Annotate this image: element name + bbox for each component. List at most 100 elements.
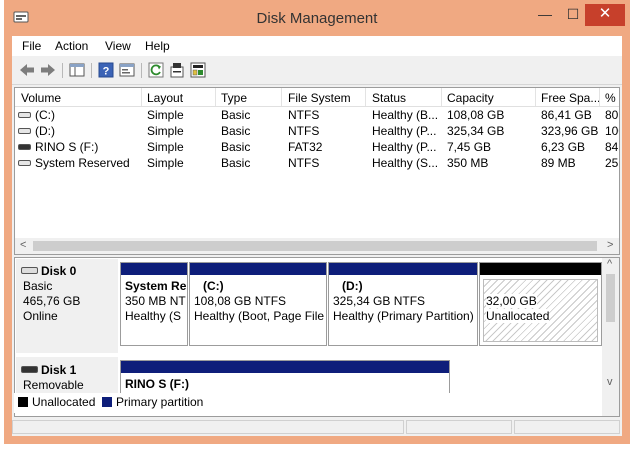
partition-name: System Re: [125, 279, 187, 293]
settings-icon[interactable]: [168, 61, 186, 79]
back-icon[interactable]: [18, 61, 36, 79]
disk-management-window: Disk Management — ☐ ✕ File Action View H…: [4, 0, 630, 444]
column-layout[interactable]: Layout: [147, 91, 213, 105]
scroll-left-icon[interactable]: <: [20, 239, 26, 251]
volume-percent-free: 84: [605, 140, 619, 154]
menu-bar: File Action View Help: [12, 36, 622, 56]
partition-status: Healthy (Boot, Page File: [194, 309, 325, 323]
table-row[interactable]: (C:) Simple Basic NTFS Healthy (B... 108…: [15, 107, 619, 123]
title-bar[interactable]: Disk Management — ☐ ✕: [4, 0, 630, 36]
partition-system-reserved[interactable]: System Re 350 MB NT Healthy (S: [120, 262, 188, 346]
partition-size: 108,08 GB NTFS: [194, 294, 287, 308]
partition-header: [121, 263, 187, 275]
minimize-button[interactable]: —: [532, 4, 558, 26]
removable-volume-icon: [18, 144, 31, 150]
properties-icon[interactable]: [118, 61, 136, 79]
volume-status: Healthy (S...: [372, 156, 439, 170]
volume-status: Healthy (P...: [372, 140, 437, 154]
volume-layout: Simple: [147, 124, 184, 138]
horizontal-scrollbar[interactable]: < >: [15, 238, 619, 254]
partition-size: 350 MB NT: [125, 294, 186, 308]
volume-icon: [18, 128, 31, 134]
volume-file-system: FAT32: [288, 140, 323, 154]
volume-layout: Simple: [147, 108, 184, 122]
toolbar-separator: [91, 63, 92, 78]
close-button[interactable]: ✕: [585, 4, 625, 26]
column-divider[interactable]: [281, 88, 282, 106]
disk-type: Removable: [23, 378, 84, 392]
column-capacity[interactable]: Capacity: [447, 91, 533, 105]
table-row[interactable]: System Reserved Simple Basic NTFS Health…: [15, 155, 619, 171]
status-bar-segment: [406, 420, 512, 434]
column-free-space[interactable]: Free Spa...: [541, 91, 599, 105]
volume-type: Basic: [221, 156, 251, 170]
forward-icon[interactable]: [39, 61, 57, 79]
menu-action[interactable]: Action: [55, 39, 88, 53]
scroll-down-icon[interactable]: v: [607, 376, 613, 388]
legend-primary-partition: Primary partition: [116, 395, 204, 409]
volume-status: Healthy (P...: [372, 124, 437, 138]
scrollbar-thumb[interactable]: [33, 241, 597, 251]
disk-icon: [21, 267, 38, 274]
toolbar-separator: [62, 63, 63, 78]
disk-0-label[interactable]: Disk 0 Basic 465,76 GB Online: [16, 259, 118, 353]
disk-type: Basic: [23, 279, 53, 293]
help-icon[interactable]: ?: [97, 61, 115, 79]
volume-name: (D:): [35, 124, 55, 138]
column-file-system[interactable]: File System: [288, 91, 366, 105]
legend-swatch-primary: [102, 397, 112, 407]
partition-name: RINO S (F:): [125, 377, 189, 391]
partition-header: [329, 263, 477, 275]
vertical-scrollbar[interactable]: ^ v: [602, 258, 619, 416]
column-header: Volume Layout Type File System Status Ca…: [15, 88, 619, 107]
legend-swatch-unallocated: [18, 397, 28, 407]
scroll-up-icon[interactable]: ^: [607, 258, 612, 270]
column-divider[interactable]: [599, 88, 600, 106]
partition-status: Healthy (S: [125, 309, 182, 323]
volume-file-system: NTFS: [288, 124, 320, 138]
volume-file-system: NTFS: [288, 108, 320, 122]
column-divider[interactable]: [141, 88, 142, 106]
scroll-right-icon[interactable]: >: [607, 239, 613, 251]
column-divider[interactable]: [215, 88, 216, 106]
maximize-button[interactable]: ☐: [560, 4, 586, 26]
menu-view[interactable]: View: [105, 39, 131, 53]
column-divider[interactable]: [441, 88, 442, 106]
toolbar-separator: [141, 63, 142, 78]
svg-text:?: ?: [103, 66, 110, 78]
partition-name: (C:): [203, 279, 224, 293]
volume-capacity: 7,45 GB: [447, 140, 492, 154]
legend-unallocated: Unallocated: [32, 395, 96, 409]
column-divider[interactable]: [535, 88, 536, 106]
column-divider[interactable]: [365, 88, 366, 106]
status-bar-segment: [514, 420, 620, 434]
export-list-icon[interactable]: [189, 61, 207, 79]
unallocated-status: Unallocated: [486, 309, 550, 323]
partition-name: (D:): [342, 279, 363, 293]
column-type[interactable]: Type: [221, 91, 281, 105]
refresh-icon[interactable]: [147, 61, 165, 79]
unallocated-space[interactable]: 32,00 GB Unallocated: [479, 262, 602, 346]
column-status[interactable]: Status: [372, 91, 442, 105]
table-row[interactable]: RINO S (F:) Simple Basic FAT32 Healthy (…: [15, 139, 619, 155]
volume-type: Basic: [221, 140, 251, 154]
volume-percent-free: 100: [605, 124, 619, 138]
table-row[interactable]: (D:) Simple Basic NTFS Healthy (P... 325…: [15, 123, 619, 139]
disk-name: Disk 1: [41, 363, 77, 377]
disk-1-label[interactable]: Disk 1 Removable: [16, 357, 118, 397]
client-area: File Action View Help ? Volume Layout Ty…: [12, 36, 622, 436]
partition-c[interactable]: (C:) 108,08 GB NTFS Healthy (Boot, Page …: [189, 262, 327, 346]
volume-free-space: 86,41 GB: [541, 108, 592, 122]
volume-layout: Simple: [147, 140, 184, 154]
scrollbar-thumb[interactable]: [606, 274, 615, 322]
volume-icon: [18, 160, 31, 166]
column-percent-free[interactable]: % F: [605, 91, 619, 105]
menu-file[interactable]: File: [22, 39, 41, 53]
partition-header: [480, 263, 601, 275]
partition-d[interactable]: (D:) 325,34 GB NTFS Healthy (Primary Par…: [328, 262, 478, 346]
column-volume[interactable]: Volume: [21, 91, 137, 105]
show-hide-console-tree-icon[interactable]: [68, 61, 86, 79]
menu-help[interactable]: Help: [145, 39, 170, 53]
disk-name: Disk 0: [41, 264, 77, 278]
disk-size: 465,76 GB: [23, 294, 81, 308]
